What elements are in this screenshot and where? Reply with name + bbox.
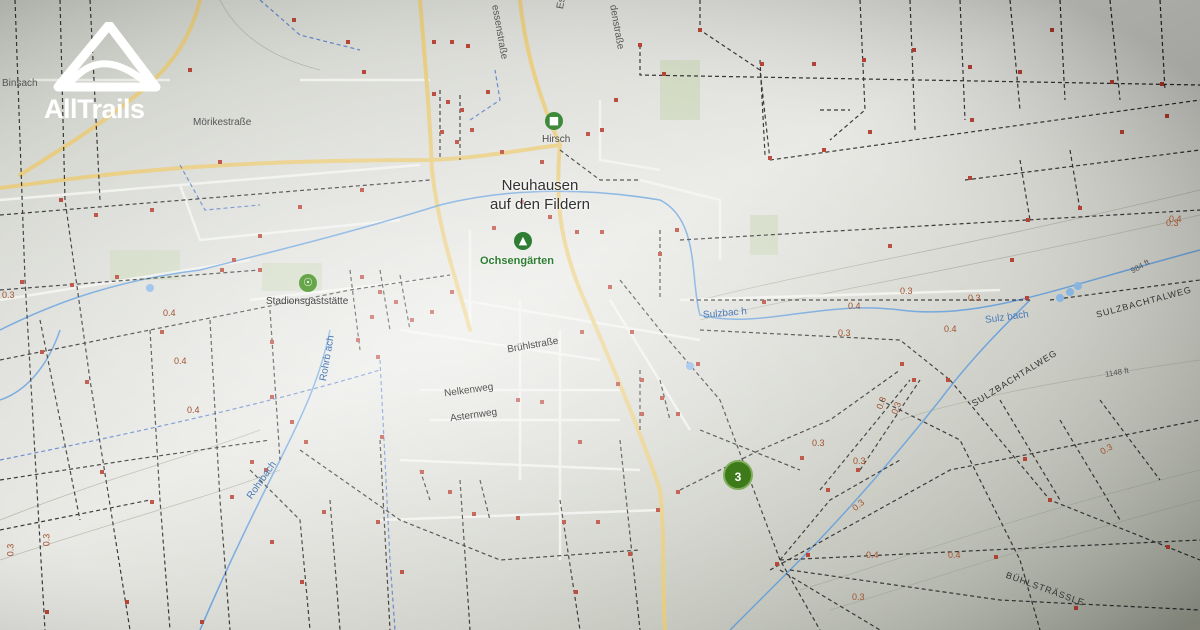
distance-label: 0.3 xyxy=(852,592,865,602)
brand-name: AllTrails xyxy=(44,94,145,124)
distance-label: 0.4 xyxy=(187,405,200,415)
distance-label: 0.4 xyxy=(848,301,861,311)
poi-hirsch: Hirsch xyxy=(542,134,571,145)
town-name: Neuhausen xyxy=(501,177,579,194)
street-binsach: Binsach xyxy=(2,78,38,89)
distance-label: 0.3 xyxy=(900,286,913,296)
distance-label: 0.3 xyxy=(2,290,15,300)
alltrails-logo[interactable]: AllTrails xyxy=(44,22,174,132)
poi-ochsengarten: Ochsengärten xyxy=(480,255,554,267)
trail-cluster-marker[interactable]: 3 xyxy=(723,460,753,490)
hotel-icon[interactable]: ■ xyxy=(545,112,563,130)
poi-stadion: Stadionsgaststätte xyxy=(266,296,349,307)
restaurant-icon[interactable]: ☉ xyxy=(299,274,317,292)
trail-map[interactable]: AllTrails Neuhausen auf den Fildern ■ Hi… xyxy=(0,0,1200,630)
town-label: Neuhausen auf den Fildern xyxy=(470,176,610,214)
distance-label: 0.4 xyxy=(948,550,961,560)
distance-label: 0.3 xyxy=(853,456,866,466)
town-subtitle: auf den Fildern xyxy=(489,196,591,213)
street-moerike: Mörikestraße xyxy=(193,117,252,128)
distance-label: 0.3 xyxy=(5,543,16,557)
distance-label: 0.4 xyxy=(174,356,187,366)
park-icon[interactable]: ▲ xyxy=(514,232,532,250)
distance-label: 0.4 xyxy=(163,308,176,318)
distance-label: 0.4 xyxy=(944,324,957,334)
distance-label: 0.3 xyxy=(41,533,52,547)
distance-label: 0.3 xyxy=(968,293,981,303)
distance-label: 0.3 xyxy=(838,328,851,338)
mountain-icon xyxy=(53,22,161,92)
distance-label: 0.4 xyxy=(1169,214,1182,224)
distance-label: 0.4 xyxy=(866,550,879,560)
distance-label: 0.3 xyxy=(812,438,825,448)
